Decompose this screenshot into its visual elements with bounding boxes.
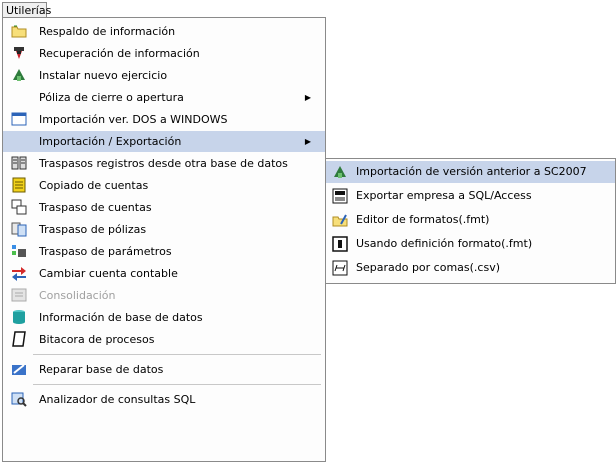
submenu-arrow-icon: ▶ <box>304 93 311 102</box>
change-account-icon <box>11 265 27 281</box>
menu-item-poliza-cierre[interactable]: Póliza de cierre o apertura ▶ <box>3 87 325 108</box>
menu-item-importacion-dos[interactable]: Importación ver. DOS a WINDOWS <box>3 109 325 130</box>
transfer-policies-icon <box>11 221 27 237</box>
submenu-item-importacion-version-anterior[interactable]: Importación de versión anterior a SC2007 <box>326 161 615 183</box>
menu-item-traspaso-cuentas[interactable]: Traspaso de cuentas <box>3 197 325 218</box>
menu-item-reparar-base-datos[interactable]: Reparar base de datos <box>3 359 325 380</box>
folder-backup-icon <box>11 23 27 39</box>
new-fiscal-year-icon <box>11 67 27 83</box>
menu-utilerias[interactable]: Utilerías <box>2 2 51 17</box>
menu-separator <box>33 384 321 385</box>
menu-item-traspaso-parametros[interactable]: Traspaso de parámetros <box>3 241 325 262</box>
menu-item-analizador-sql[interactable]: Analizador de consultas SQL <box>3 389 325 410</box>
consolidation-icon <box>11 287 27 303</box>
window-icon <box>11 111 27 127</box>
menu-item-bitacora[interactable]: Bitacora de procesos <box>3 329 325 350</box>
menu-item-cambiar-cuenta[interactable]: Cambiar cuenta contable <box>3 263 325 284</box>
utilerias-dropdown: Respaldo de información Recuperación de … <box>2 17 326 462</box>
transfer-records-icon <box>11 155 27 171</box>
csv-icon <box>332 260 348 276</box>
menu-item-copiado-cuentas[interactable]: Copiado de cuentas <box>3 175 325 196</box>
submenu-item-exportar-empresa[interactable]: Exportar empresa a SQL/Access <box>326 185 615 207</box>
format-definition-icon <box>332 236 348 252</box>
menu-item-importacion-exportacion[interactable]: Importación / Exportación ▶ <box>3 131 325 152</box>
submenu-item-definicion-formato[interactable]: Usando definición formato(.fmt) <box>326 233 615 255</box>
import-previous-version-icon <box>332 164 348 180</box>
export-company-icon <box>332 188 348 204</box>
menu-item-info-base-datos[interactable]: Información de base de datos <box>3 307 325 328</box>
menu-item-traspasos-registros[interactable]: Traspasos registros desde otra base de d… <box>3 153 325 174</box>
menu-item-respaldo[interactable]: Respaldo de información <box>3 21 325 42</box>
menu-item-consolidacion[interactable]: Consolidación <box>3 285 325 306</box>
restore-icon <box>11 45 27 61</box>
submenu-item-editor-formatos[interactable]: Editor de formatos(.fmt) <box>326 209 615 231</box>
menu-item-recuperacion[interactable]: Recuperación de información <box>3 43 325 64</box>
submenu-item-separado-comas[interactable]: Separado por comas(.csv) <box>326 257 615 279</box>
copy-accounts-icon <box>11 177 27 193</box>
format-editor-icon <box>332 212 348 228</box>
submenu-arrow-icon: ▶ <box>304 137 311 146</box>
menu-item-instalar-ejercicio[interactable]: Instalar nuevo ejercicio <box>3 65 325 86</box>
process-log-icon <box>11 331 27 347</box>
transfer-accounts-icon <box>11 199 27 215</box>
menu-utilerias-label: Utilerías <box>6 4 52 17</box>
database-icon <box>11 309 27 325</box>
transfer-parameters-icon <box>11 243 27 259</box>
menu-item-traspaso-polizas[interactable]: Traspaso de pólizas <box>3 219 325 240</box>
repair-database-icon <box>11 361 27 377</box>
menu-separator <box>33 354 321 355</box>
sql-analyzer-icon <box>11 391 27 407</box>
importacion-exportacion-submenu: Importación de versión anterior a SC2007… <box>325 158 616 284</box>
